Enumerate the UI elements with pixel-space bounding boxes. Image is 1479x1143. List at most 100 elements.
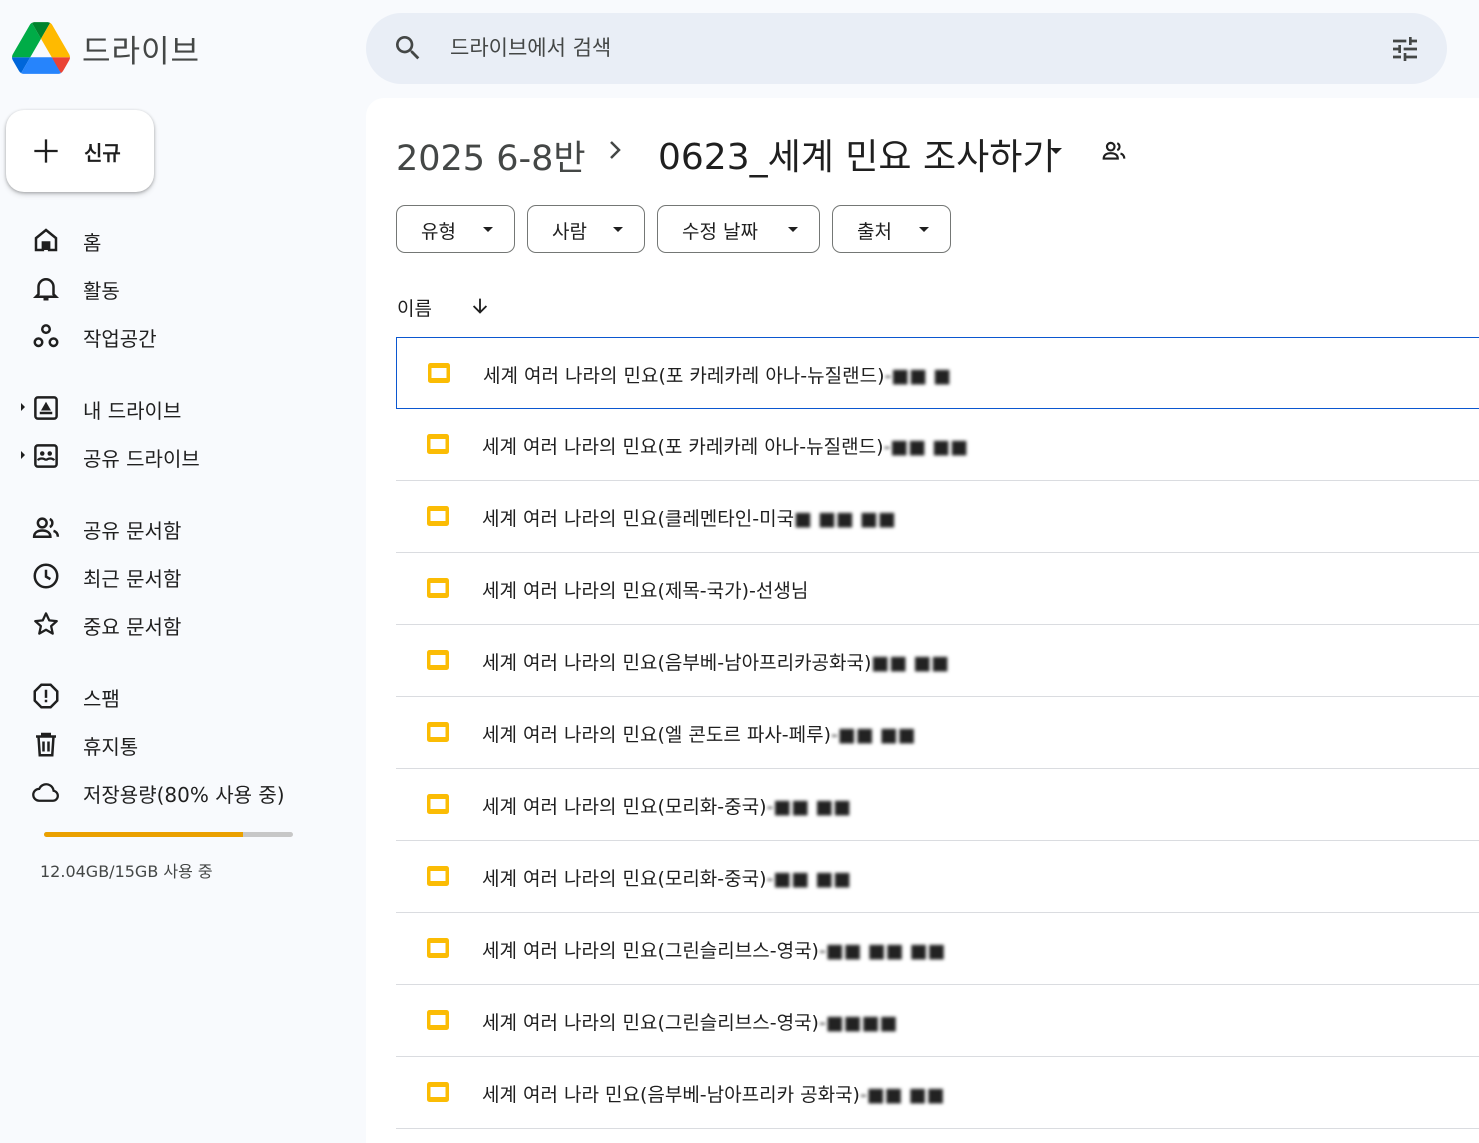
star-icon xyxy=(34,612,58,635)
caret-down-icon[interactable] xyxy=(1047,145,1065,157)
file-name: 세계 여러 나라의 민요(포 카레카레 아나-뉴질랜드)-■■ ■ xyxy=(483,361,951,388)
file-name: 세계 여러 나라의 민요(엘 콘도르 파사-페루)-■■ ■■ xyxy=(482,720,916,747)
home-icon xyxy=(34,228,58,252)
file-name: 세계 여러 나라의 민요(제목-국가)-선생님 xyxy=(482,576,808,603)
file-name-redacted: -■■■■ xyxy=(818,1012,898,1034)
breadcrumb-root[interactable]: 2025 6-8반 xyxy=(396,130,586,181)
file-name-redacted: -■■ ■■ xyxy=(766,868,852,890)
shared-people-icon xyxy=(32,517,60,538)
file-name-text: 세계 여러 나라의 민요(모리화-중국) xyxy=(482,796,767,818)
shared-drives-icon xyxy=(34,444,58,468)
file-name-redacted: ■■ ■■ xyxy=(871,652,950,674)
slides-file-icon xyxy=(428,363,450,383)
file-name: 세계 여러 나라 민요(음부베-남아프리카 공화국)-■■ ■■ xyxy=(482,1080,945,1107)
sidebar-item-recent[interactable]: 최근 문서함 xyxy=(0,552,350,598)
sidebar-item-label: 휴지통 xyxy=(83,735,139,759)
search-icon[interactable] xyxy=(392,32,424,64)
search-bar[interactable] xyxy=(366,13,1447,84)
file-name-redacted: -■■ ■■ xyxy=(883,436,969,458)
slides-file-icon xyxy=(427,434,449,454)
bell-icon xyxy=(32,278,60,301)
filter-label: 사람 xyxy=(552,221,587,243)
file-name-text: 세계 여러 나라의 민요(그린슬리브스-영국) xyxy=(482,1012,819,1034)
storage-progress-fill xyxy=(44,832,244,837)
filter-source-chip[interactable]: 출처 xyxy=(832,205,951,253)
drive-logo[interactable]: 드라이브 xyxy=(12,22,200,74)
filter-label: 유형 xyxy=(421,221,456,243)
file-row[interactable]: 세계 여러 나라의 민요(모리화-중국)-■■ ■■ xyxy=(396,769,1479,841)
breadcrumb-current[interactable]: 0623_세계 민요 조사하기 xyxy=(658,128,1055,180)
filter-label: 출처 xyxy=(857,221,892,243)
file-row[interactable]: 세계 여러 나라의 민요(음부베-남아프리카공화국) ■■ ■■ xyxy=(396,625,1479,697)
sidebar-item-starred[interactable]: 중요 문서함 xyxy=(0,600,350,646)
file-row[interactable]: 세계 여러 나라의 민요(제목-국가)-선생님 xyxy=(396,553,1479,625)
filter-people-chip[interactable]: 사람 xyxy=(527,205,645,253)
file-name-text: 세계 여러 나라의 민요(엘 콘도르 파사-페루) xyxy=(482,724,832,746)
slides-file-icon xyxy=(427,794,449,814)
sidebar-item-label: 최근 문서함 xyxy=(83,567,182,591)
file-row[interactable]: 세계 여러 나라의 민요(그린슬리브스-영국)-■■ ■■ ■■ xyxy=(396,913,1479,985)
sidebar-item-home[interactable]: 홈 xyxy=(0,216,350,262)
search-input[interactable] xyxy=(450,27,1350,69)
arrow-down-icon[interactable] xyxy=(469,295,491,317)
expand-arrow-icon[interactable] xyxy=(19,401,27,413)
sidebar-item-spam[interactable]: 스팸 xyxy=(0,672,350,718)
caret-down-icon xyxy=(483,227,493,232)
app-name: 드라이브 xyxy=(82,33,201,70)
file-row[interactable]: 세계 여러 나라의 민요(클레멘타인-미국■ ■■ ■■ xyxy=(396,481,1479,553)
google-drive-logo-icon xyxy=(12,22,70,74)
file-name-text: 세계 여러 나라의 민요(모리화-중국) xyxy=(482,868,767,890)
spam-icon xyxy=(33,683,59,709)
sidebar-item-label: 공유 문서함 xyxy=(83,519,182,543)
file-list: 세계 여러 나라의 민요(포 카레카레 아나-뉴질랜드)-■■ ■ 세계 여러 나… xyxy=(396,337,1479,1129)
new-button-label: 신규 xyxy=(84,141,121,165)
sidebar-item-label: 활동 xyxy=(83,279,120,303)
sidebar-item-label: 스팸 xyxy=(83,687,120,711)
file-row[interactable]: 세계 여러 나라의 민요(모리화-중국)-■■ ■■ xyxy=(396,841,1479,913)
sidebar-item-my-drive[interactable]: 내 드라이브 xyxy=(0,384,350,430)
file-name: 세계 여러 나라의 민요(모리화-중국)-■■ ■■ xyxy=(482,792,851,819)
storage-usage-text: 12.04GB/15GB 사용 중 xyxy=(40,862,213,881)
plus-icon xyxy=(34,139,58,163)
file-name-text: 세계 여러 나라의 민요(그린슬리브스-영국) xyxy=(482,940,819,962)
file-row[interactable]: 세계 여러 나라의 민요(엘 콘도르 파사-페루)-■■ ■■ xyxy=(396,697,1479,769)
new-button[interactable]: 신규 xyxy=(6,110,154,192)
my-drive-icon xyxy=(34,396,58,420)
file-row[interactable]: 세계 여러 나라 민요(음부베-남아프리카 공화국)-■■ ■■ xyxy=(396,1057,1479,1129)
sidebar-item-shared-with-me[interactable]: 공유 문서함 xyxy=(0,504,350,550)
sidebar-item-label: 저장용량(80% 사용 중) xyxy=(83,783,285,807)
slides-file-icon xyxy=(427,506,449,526)
trash-icon xyxy=(36,732,56,757)
file-name: 세계 여러 나라의 민요(포 카레카레 아나-뉴질랜드)-■■ ■■ xyxy=(482,432,968,459)
slides-file-icon xyxy=(427,1082,449,1102)
sidebar-item-shared-drives[interactable]: 공유 드라이브 xyxy=(0,432,350,478)
sidebar-item-workspaces[interactable]: 작업공간 xyxy=(0,312,350,358)
file-row[interactable]: 세계 여러 나라의 민요(포 카레카레 아나-뉴질랜드)-■■ ■ xyxy=(396,337,1479,409)
column-header-name[interactable]: 이름 xyxy=(397,294,432,321)
filter-label: 수정 날짜 xyxy=(682,221,758,243)
file-name-redacted: -■■ ■■ xyxy=(831,724,916,746)
sidebar-item-storage[interactable]: 저장용량(80% 사용 중) xyxy=(0,768,350,814)
chevron-right-icon xyxy=(610,141,621,159)
file-row[interactable]: 세계 여러 나라의 민요(포 카레카레 아나-뉴질랜드)-■■ ■■ xyxy=(396,409,1479,481)
file-name-text: 세계 여러 나라의 민요(음부베-남아프리카공화국) xyxy=(482,652,872,674)
file-row[interactable]: 세계 여러 나라의 민요(그린슬리브스-영국)-■■■■ xyxy=(396,985,1479,1057)
sidebar-item-trash[interactable]: 휴지통 xyxy=(0,720,350,766)
sidebar-item-activity[interactable]: 활동 xyxy=(0,264,350,310)
workspaces-icon xyxy=(33,324,59,348)
filter-modified-chip[interactable]: 수정 날짜 xyxy=(657,205,820,253)
filter-type-chip[interactable]: 유형 xyxy=(396,205,515,253)
storage-progress-bar xyxy=(44,832,293,837)
expand-arrow-icon[interactable] xyxy=(19,449,27,461)
file-name-redacted: ■ ■■ ■■ xyxy=(794,508,896,530)
file-name-text: 세계 여러 나라의 민요(포 카레카레 아나-뉴질랜드) xyxy=(483,365,885,387)
slides-file-icon xyxy=(427,578,449,598)
sidebar-item-label: 공유 드라이브 xyxy=(83,447,200,471)
sidebar-item-label: 홈 xyxy=(83,231,102,255)
slides-file-icon xyxy=(427,650,449,670)
main-panel: 2025 6-8반 0623_세계 민요 조사하기 유형 사람 수정 날짜 출처… xyxy=(366,98,1479,1143)
shared-folder-people-icon[interactable] xyxy=(1100,138,1128,164)
file-name-redacted: -■■ ■ xyxy=(884,365,952,387)
search-options-icon[interactable] xyxy=(1389,33,1421,65)
file-name: 세계 여러 나라의 민요(그린슬리브스-영국)-■■■■ xyxy=(482,1008,898,1035)
